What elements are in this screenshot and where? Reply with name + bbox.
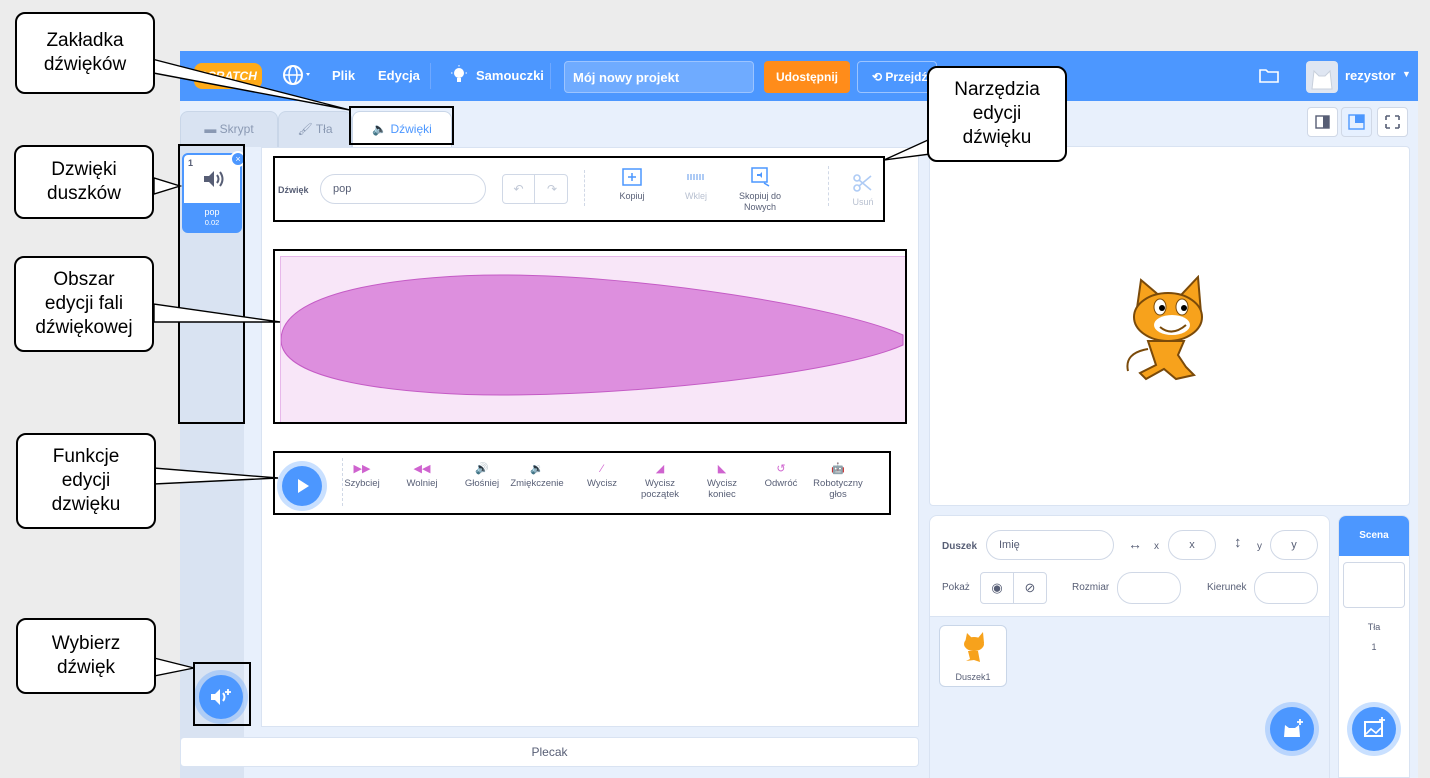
menu-divider <box>430 63 431 89</box>
menu-divider <box>550 63 551 89</box>
refresh-icon: ⟲ <box>872 70 886 84</box>
callout-choose-sound: Wybierz dźwięk <box>16 618 156 694</box>
stage[interactable] <box>929 146 1410 506</box>
menu-edit[interactable]: Edycja <box>378 68 420 83</box>
highlight-effects <box>273 451 891 515</box>
highlight-sounds-tab <box>349 106 454 145</box>
callout-tools: Narzędzia edycji dźwięku <box>927 66 1067 162</box>
highlight-choose-sound <box>193 662 251 726</box>
callout-text: dźwiękowej <box>35 317 133 338</box>
callout-text: Zakładka <box>46 30 124 51</box>
callout-text: Funkcje <box>52 446 120 467</box>
image-plus-icon <box>1364 717 1385 737</box>
size-label: Rozmiar <box>1072 582 1110 593</box>
sprite-info-panel: Duszek Imię ↔ x x ↕ y y Pokaż ◉ ⊘ Rozmia… <box>929 515 1330 778</box>
tab-backdrops[interactable]: 🖌 Tła <box>278 111 352 147</box>
callout-sounds-tab: Zakładka dźwięków <box>15 12 155 94</box>
tab-code-label: Skrypt <box>219 122 254 136</box>
callout-text: dźwięk <box>56 657 116 678</box>
lightbulb-icon <box>450 65 468 88</box>
callout-text: Wybierz <box>51 633 121 654</box>
vertical-arrows-icon: ↕ <box>1234 534 1242 551</box>
cat-thumbnail-icon <box>964 632 984 662</box>
cat-sprite-image[interactable] <box>1116 275 1216 385</box>
avatar[interactable] <box>1306 61 1338 93</box>
share-button[interactable]: Udostępnij <box>764 61 850 93</box>
show-eye-icon[interactable]: ◉ <box>980 572 1014 604</box>
chevron-down-icon[interactable]: ▼ <box>1402 69 1411 79</box>
brush-icon: 🖌 <box>297 122 316 136</box>
x-input[interactable]: x <box>1168 530 1216 560</box>
see-project-page-button[interactable]: ⟲ Przejdź <box>857 61 937 93</box>
choose-sprite-button[interactable] <box>1270 707 1314 751</box>
scratch-logo[interactable]: SCRATCH <box>194 63 262 89</box>
cat-plus-icon <box>1284 719 1303 737</box>
callout-text: Obszar <box>53 269 115 290</box>
sprite-name-input[interactable]: Imię <box>986 530 1114 560</box>
callout-text: dźwięku <box>962 127 1032 148</box>
folder-icon[interactable] <box>1259 67 1279 86</box>
highlight-wave <box>273 249 907 424</box>
backpack[interactable]: Plecak <box>180 737 919 767</box>
callout-text: Dzwięki <box>51 159 117 180</box>
sound-editor: Dźwięk pop ↶ ↷ Kopiuj Wklej Skopiuj do N… <box>261 147 919 727</box>
tab-backdrops-label: Tła <box>315 122 333 136</box>
backdrop-thumbnail[interactable] <box>1343 562 1405 608</box>
scene-panel[interactable]: Scena Tła 1 <box>1338 515 1410 778</box>
project-title-input[interactable]: Mój nowy projekt <box>564 61 754 93</box>
callout-text: edycji fali <box>44 293 124 314</box>
sprite-label: Duszek <box>942 541 978 552</box>
y-input[interactable]: y <box>1270 530 1318 560</box>
small-stage-button[interactable] <box>1307 107 1338 137</box>
callout-text: edycji <box>61 470 111 491</box>
tab-code[interactable]: ▬ Skrypt <box>180 111 278 147</box>
backdrops-label: Tła <box>1367 622 1381 632</box>
direction-label: Kierunek <box>1207 582 1247 593</box>
sprite-tile[interactable]: Duszek1 <box>939 625 1007 687</box>
horizontal-arrows-icon: ↔ <box>1128 536 1142 552</box>
hide-eye-icon[interactable]: ⊘ <box>1013 572 1047 604</box>
size-input[interactable] <box>1117 572 1181 604</box>
highlight-sound-list <box>178 144 245 424</box>
highlight-tools <box>273 156 885 222</box>
sprite-tile-name: Duszek1 <box>955 672 991 682</box>
menu-file[interactable]: Plik <box>332 68 355 83</box>
large-stage-button[interactable] <box>1341 107 1372 137</box>
callout-text: edycji <box>972 103 1022 124</box>
fullscreen-button[interactable] <box>1377 107 1408 137</box>
menu-bar: SCRATCH Plik Edycja Samouczki Mój nowy p… <box>180 51 1418 101</box>
callout-sprite-sounds: Dzwięki duszków <box>14 145 154 219</box>
backdrop-count: 1 <box>1371 642 1377 652</box>
language-globe-icon[interactable] <box>282 64 314 89</box>
choose-backdrop-button[interactable] <box>1352 707 1396 751</box>
scene-title: Scena <box>1339 516 1409 556</box>
direction-input[interactable] <box>1254 572 1318 604</box>
callout-functions: Funkcje edycji dzwięku <box>16 433 156 529</box>
x-label: x <box>1154 541 1159 552</box>
y-label: y <box>1257 541 1262 552</box>
callout-text: dźwięków <box>43 54 127 75</box>
see-project-label: Przejdź <box>885 70 928 84</box>
code-icon: ▬ <box>204 122 220 136</box>
callout-text: dzwięku <box>51 494 121 515</box>
username[interactable]: rezystor <box>1345 68 1396 83</box>
show-label: Pokaż <box>942 582 970 593</box>
callout-text: duszków <box>47 183 121 204</box>
callout-wave-area: Obszar edycji fali dźwiękowej <box>14 256 154 352</box>
callout-text: Narzędzia <box>954 79 1040 100</box>
menu-tutorials[interactable]: Samouczki <box>476 68 544 83</box>
sprite-pane: Duszek1 <box>930 617 1329 778</box>
